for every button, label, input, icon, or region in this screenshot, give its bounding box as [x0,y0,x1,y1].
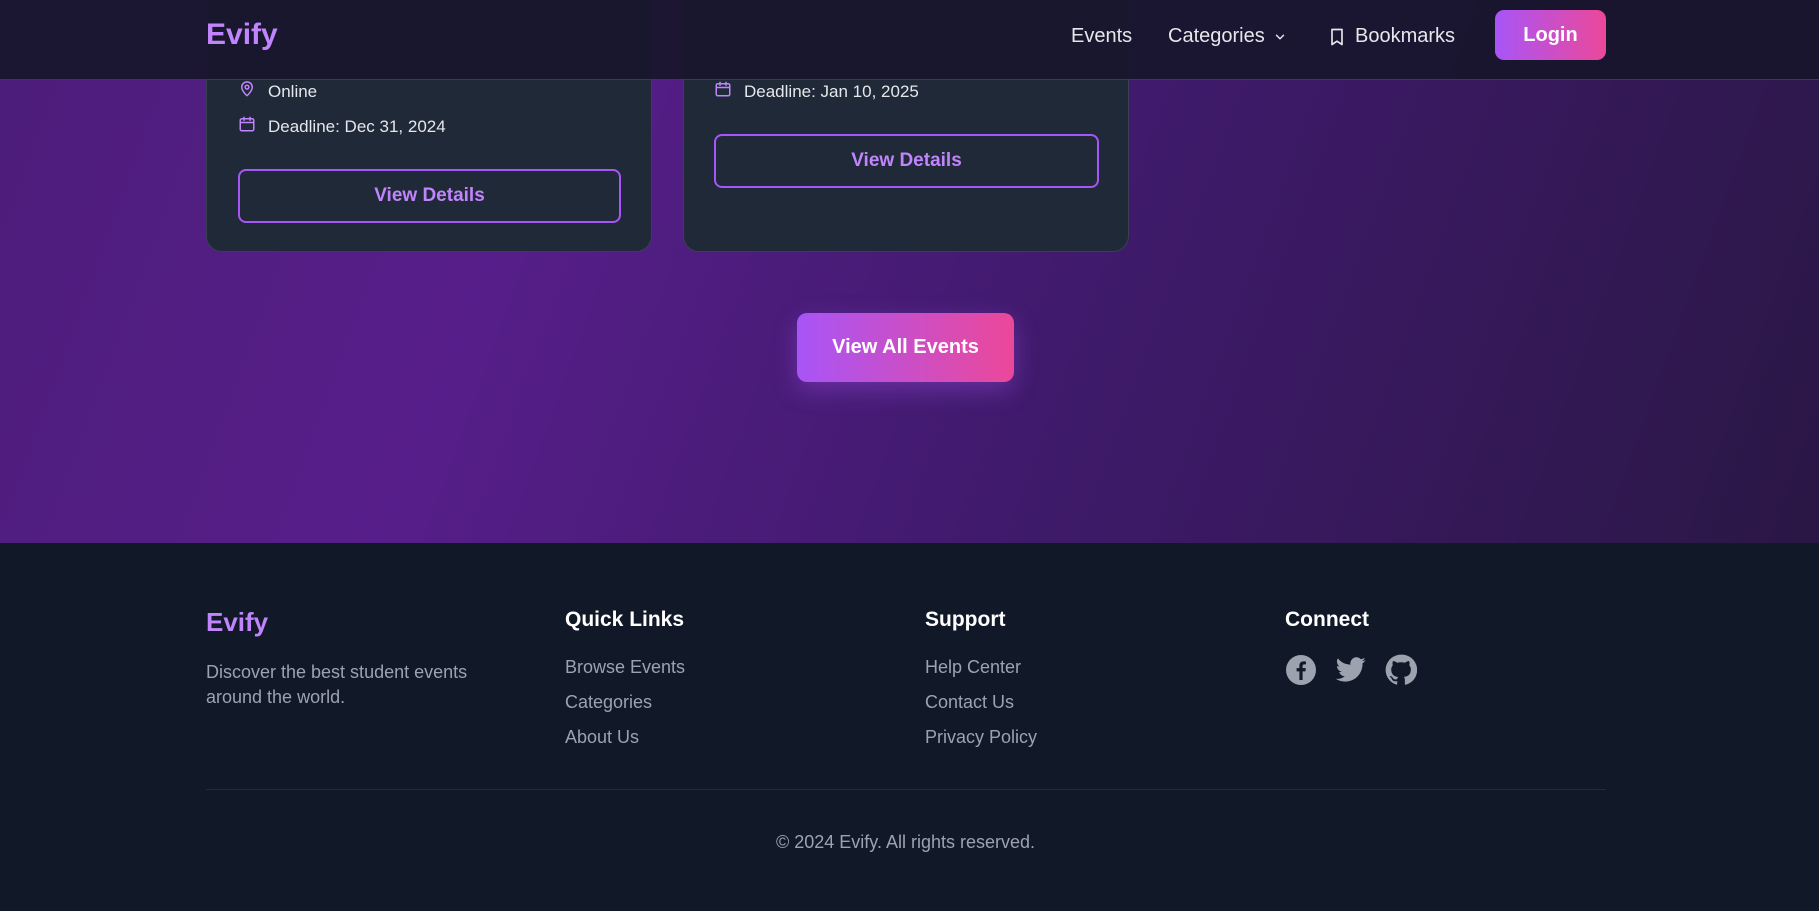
twitter-icon[interactable] [1335,654,1367,686]
events-section: Online Deadline: Dec 31, 2024 View Detai… [0,0,1819,543]
event-deadline-text: Deadline: Jan 10, 2025 [744,81,919,101]
copyright-text: © 2024 Evify. All rights reserved. [775,832,1036,852]
view-details-button[interactable]: View Details [714,134,1099,188]
github-icon[interactable] [1385,654,1418,686]
event-deadline: Deadline: Jan 10, 2025 [714,80,919,103]
navbar: Evify Events Categories Bookmarks Login [0,0,1819,80]
footer-description: Discover the best student events around … [206,662,468,707]
event-deadline: Deadline: Dec 31, 2024 [238,115,446,138]
quick-links-title: Quick Links [565,608,685,631]
footer-link-browse-events[interactable]: Browse Events [565,657,685,678]
calendar-icon [714,80,732,103]
nav-events-link[interactable]: Events [1071,25,1132,48]
chevron-down-icon [1273,30,1287,44]
nav-events-label: Events [1071,25,1133,47]
map-pin-icon [238,80,256,103]
footer-link-help-center[interactable]: Help Center [925,657,1021,678]
footer-logo: Evify [206,607,269,637]
support-title: Support [925,608,1006,631]
nav-categories-label: Categories [1168,25,1265,47]
event-location: Online [238,80,317,103]
event-deadline-text: Deadline: Dec 31, 2024 [268,116,446,136]
login-button[interactable]: Login [1495,10,1606,60]
facebook-icon[interactable] [1285,654,1317,686]
footer-link-about-us[interactable]: About Us [565,727,639,748]
footer-divider [206,789,1606,790]
connect-title: Connect [1285,608,1369,631]
footer-link-categories[interactable]: Categories [565,692,652,713]
nav-categories-dropdown[interactable]: Categories [1168,25,1287,48]
view-details-button[interactable]: View Details [238,169,621,223]
event-location-text: Online [268,81,318,101]
calendar-icon [238,115,256,138]
bookmark-icon [1327,26,1347,48]
footer-link-privacy-policy[interactable]: Privacy Policy [925,727,1037,748]
view-all-events-button[interactable]: View All Events [797,313,1014,382]
nav-bookmarks-link[interactable]: Bookmarks [1327,25,1455,48]
footer-link-contact-us[interactable]: Contact Us [925,692,1014,713]
logo[interactable]: Evify [206,18,278,52]
nav-bookmarks-label: Bookmarks [1355,25,1456,47]
